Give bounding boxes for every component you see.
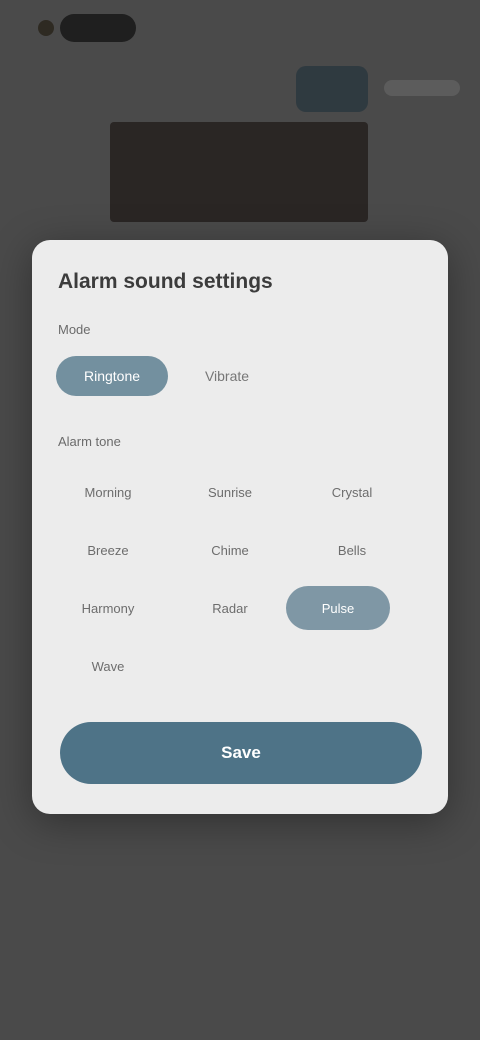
background-label-block (384, 80, 460, 96)
status-bar (0, 0, 480, 60)
tone-option-morning[interactable]: Morning (56, 470, 160, 514)
tone-option-chime[interactable]: Chime (178, 528, 282, 572)
save-button[interactable]: Save (60, 722, 422, 784)
tone-option-sunrise[interactable]: Sunrise (178, 470, 282, 514)
mode-option-vibrate[interactable]: Vibrate (182, 356, 272, 396)
background-preview (110, 122, 368, 222)
dialog-title: Alarm sound settings (58, 270, 273, 293)
tone-option-crystal[interactable]: Crystal (300, 470, 404, 514)
tone-option-bells[interactable]: Bells (300, 528, 404, 572)
tone-option-pulse[interactable]: Pulse (286, 586, 390, 630)
alarm-sound-dialog: Alarm sound settings Mode Ringtone Vibra… (32, 240, 448, 814)
mode-label: Mode (58, 322, 91, 337)
mode-option-ringtone[interactable]: Ringtone (56, 356, 168, 396)
tone-label: Alarm tone (58, 434, 121, 449)
tone-option-harmony[interactable]: Harmony (56, 586, 160, 630)
tone-option-radar[interactable]: Radar (178, 586, 282, 630)
status-pill (60, 14, 136, 42)
background-thumbnail (296, 66, 368, 112)
camera-icon (38, 20, 54, 36)
tone-option-wave[interactable]: Wave (56, 644, 160, 688)
tone-option-breeze[interactable]: Breeze (56, 528, 160, 572)
